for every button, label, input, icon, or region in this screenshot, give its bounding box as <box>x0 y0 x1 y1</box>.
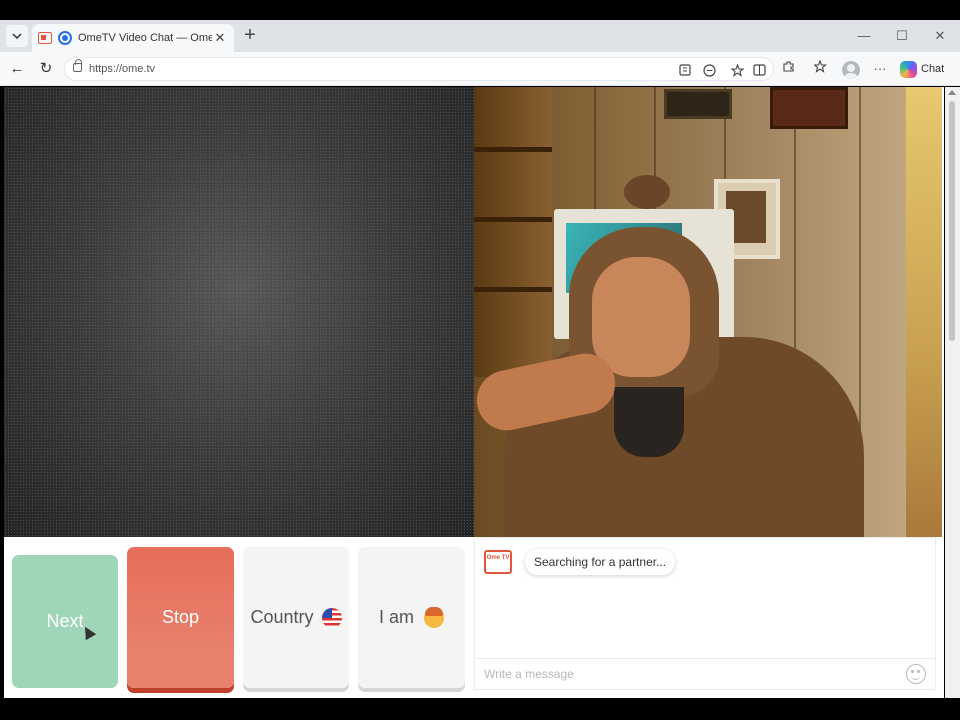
translate-icon[interactable] <box>701 64 717 80</box>
us-flag-icon <box>321 607 342 628</box>
message-input-area <box>475 658 935 689</box>
lock-icon[interactable] <box>73 59 82 72</box>
close-window-button[interactable]: ✕ <box>930 26 950 46</box>
person-face <box>592 257 690 377</box>
next-label: Next <box>46 611 84 631</box>
maximize-button[interactable]: ☐ <box>892 26 912 46</box>
wall-picture <box>770 87 848 129</box>
scroll-up-arrow-icon[interactable] <box>948 90 956 95</box>
url-text[interactable]: https://ome.tv <box>89 63 155 75</box>
gender-button[interactable]: I am <box>358 547 465 688</box>
copilot-label: Chat <box>921 63 945 75</box>
workspaces-icon[interactable] <box>38 32 52 44</box>
tab-ometv[interactable]: OmeTV Video Chat — Omeg ✕ <box>32 24 234 52</box>
ometv-page: Next Stop Country I am Ome TV Searching … <box>4 87 944 698</box>
ometv-logo-icon: Ome TV <box>484 550 512 574</box>
bookshelf <box>474 87 552 377</box>
country-button[interactable]: Country <box>243 547 349 688</box>
person-shirt <box>614 387 684 457</box>
remote-video-static <box>4 87 474 537</box>
stop-button[interactable]: Stop <box>127 547 234 688</box>
country-label: Country <box>250 607 314 627</box>
address-bar[interactable]: https://ome.tv <box>64 57 774 81</box>
site-favicon-icon <box>58 31 72 45</box>
tab-list-button[interactable] <box>6 25 28 47</box>
split-screen-icon[interactable] <box>751 64 767 80</box>
person-emoji-icon <box>424 606 444 628</box>
next-button[interactable]: Next <box>12 555 118 688</box>
scrollbar-thumb[interactable] <box>949 101 955 341</box>
page-scrollbar[interactable] <box>945 87 960 698</box>
chat-controls: Next Stop Country I am <box>4 537 474 698</box>
stop-label: Stop <box>161 607 200 627</box>
tab-title: OmeTV Video Chat — Omeg <box>78 32 212 44</box>
wall-picture <box>664 89 732 119</box>
chat-panel: Ome TV Searching for a partner... <box>474 537 936 690</box>
copilot-icon <box>900 60 917 78</box>
favorite-star-icon[interactable] <box>729 63 745 80</box>
emoji-picker-icon[interactable] <box>906 664 926 684</box>
minimize-button[interactable]: — <box>854 26 874 46</box>
status-message: Searching for a partner... <box>525 549 676 575</box>
more-menu-icon[interactable]: ··· <box>871 60 889 78</box>
extensions-icon[interactable] <box>779 60 797 78</box>
copilot-chat-button[interactable]: Chat <box>900 59 944 79</box>
screen-bottom-border <box>0 698 960 720</box>
screen-top-border <box>0 0 960 20</box>
room-window <box>906 87 942 537</box>
reading-view-icon[interactable] <box>677 64 693 80</box>
round-object <box>624 175 670 209</box>
message-input[interactable] <box>475 659 895 688</box>
video-noise <box>4 87 474 537</box>
profile-avatar[interactable] <box>842 61 860 79</box>
new-tab-button[interactable]: + <box>240 25 260 46</box>
refresh-button[interactable]: ↻ <box>36 59 56 79</box>
local-camera-video <box>474 87 942 537</box>
iam-label: I am <box>378 607 414 627</box>
favorites-icon[interactable] <box>812 59 830 78</box>
chevron-down-icon <box>12 33 22 39</box>
tab-strip: OmeTV Video Chat — Omeg ✕ + — ☐ ✕ <box>0 20 960 52</box>
back-button[interactable]: ← <box>7 59 27 79</box>
address-bar-row: ← ↻ https://ome.tv ··· Chat <box>0 52 960 86</box>
tab-close-icon[interactable]: ✕ <box>212 30 228 46</box>
